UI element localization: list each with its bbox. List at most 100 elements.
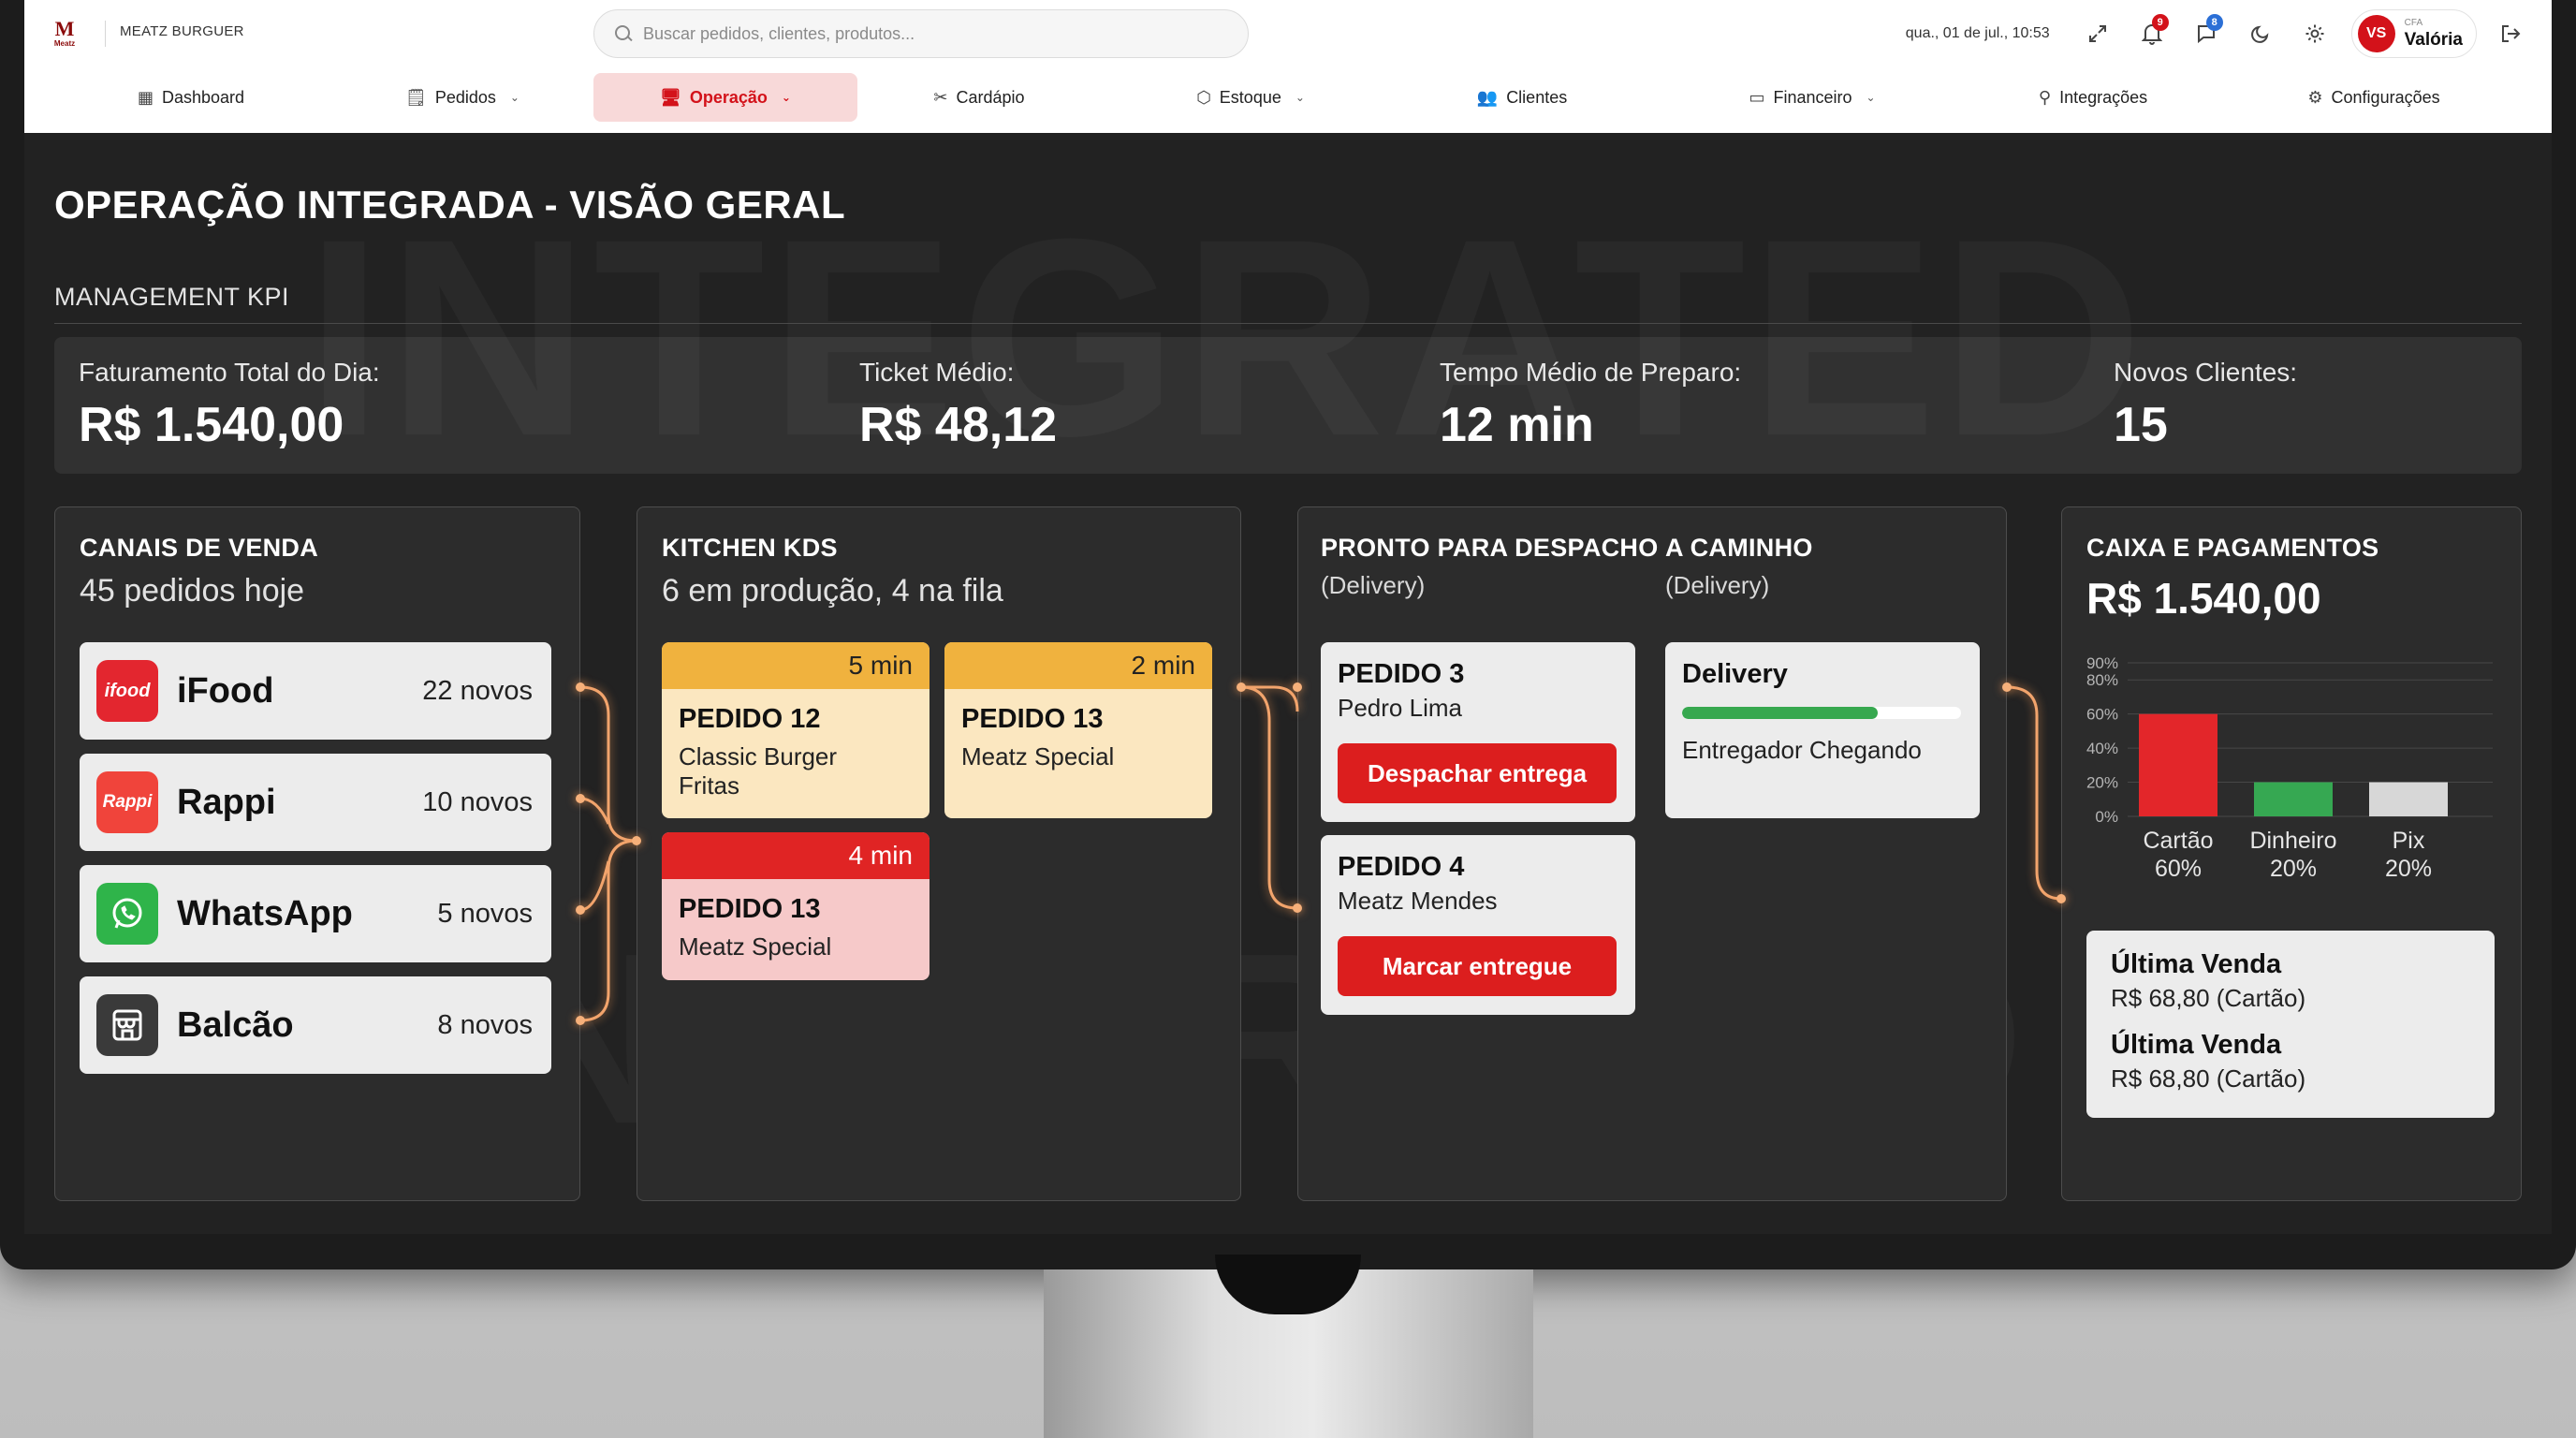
panel-subtitle: 45 pedidos hoje — [80, 573, 305, 609]
connector-line — [2006, 685, 2062, 901]
main-nav: ▦ Dashboard 🗒 Pedidos ⌄ 🖥 Operação ⌄ ✂ Cardápio ⬡ E… — [24, 73, 2552, 122]
order-customer: Pedro Lima — [1338, 694, 1462, 722]
payment-chart: 0%20%40%60%80%90%Cartão60%Dinheiro20%Pix… — [2086, 654, 2493, 882]
channel-name: iFood — [177, 670, 274, 711]
current-datetime: qua., 01 de jul., 10:53 — [1905, 25, 2050, 41]
ready-order-card: PEDIDO 3 Pedro Lima Despachar entrega — [1321, 642, 1635, 822]
receipt-icon: 🗒 — [405, 87, 427, 107]
sales-channels-panel: CANAIS DE VENDA 45 pedidos hoje ifood iF… — [54, 506, 580, 1201]
brand-divider — [105, 21, 106, 47]
kds-order-card[interactable]: 5 min PEDIDO 12 Classic Burger Fritas — [662, 642, 929, 818]
kpi-label: Tempo Médio de Preparo: — [1440, 358, 1742, 387]
cash-total: R$ 1.540,00 — [2086, 574, 2321, 623]
chart-category-label: Dinheiro — [2249, 828, 2336, 854]
nav-item-estoque[interactable]: ⬡ Estoque ⌄ — [1157, 73, 1344, 122]
panel-subtitle: 6 em produção, 4 na fila — [662, 573, 1003, 609]
messages-button[interactable]: 8 — [2179, 7, 2233, 60]
search-input[interactable] — [643, 23, 1205, 44]
order-timer: 2 min — [944, 642, 1212, 689]
channel-rappi[interactable]: Rappi Rappi 10 novos — [80, 754, 551, 851]
search-icon — [615, 25, 632, 42]
store-icon — [96, 994, 158, 1056]
connector-line — [579, 685, 637, 843]
kpi-value: R$ 1.540,00 — [79, 398, 344, 452]
panel-title: KITCHEN KDS — [662, 534, 838, 562]
page-title: OPERAÇÃO INTEGRADA - VISÃO GERAL — [54, 183, 846, 227]
app-screen: INTEGRATED INTEGRATED M Meatz MEATZ BURG… — [24, 0, 2552, 1234]
grid-icon: ▦ — [137, 87, 154, 107]
mark-delivered-button[interactable]: Marcar entregue — [1338, 936, 1617, 996]
nav-item-label: Configurações — [2331, 87, 2440, 107]
theme-toggle[interactable] — [2233, 7, 2288, 60]
nav-item-pedidos[interactable]: 🗒 Pedidos ⌄ — [369, 73, 556, 122]
connector-line — [1241, 685, 1299, 712]
box-icon: ⬡ — [1196, 87, 1211, 107]
dispatch-panel: PRONTO PARA DESPACHO (Delivery) A CAMINH… — [1297, 506, 2007, 1201]
kpi-avg-ticket: Ticket Médio: R$ 48,12 — [859, 358, 1057, 453]
settings-button[interactable] — [2288, 7, 2342, 60]
channel-name: WhatsApp — [177, 893, 353, 933]
order-item: Meatz Special — [961, 742, 1115, 770]
chart-ytick-label: 40% — [2086, 740, 2118, 757]
ready-order-card: PEDIDO 4 Meatz Mendes Marcar entregue — [1321, 835, 1635, 1015]
nav-item-operacao[interactable]: 🖥 Operação ⌄ — [593, 73, 857, 122]
nav-item-label: Clientes — [1506, 87, 1568, 107]
brand-logo[interactable]: M Meatz — [45, 19, 84, 51]
logout-button[interactable] — [2484, 7, 2539, 60]
chart-bar-cartão — [2139, 713, 2217, 816]
channel-count: 22 novos — [422, 675, 533, 706]
channel-whatsapp[interactable]: WhatsApp 5 novos — [80, 865, 551, 962]
kds-order-card-late[interactable]: 4 min PEDIDO 13 Meatz Special — [662, 832, 929, 980]
fullscreen-button[interactable] — [2071, 7, 2125, 60]
chevron-down-icon: ⌄ — [781, 91, 791, 104]
channel-ifood[interactable]: ifood iFood 22 novos — [80, 642, 551, 740]
last-sales-card: Última Venda R$ 68,80 (Cartão) Última Ve… — [2086, 931, 2495, 1118]
sale-value: R$ 68,80 (Cartão) — [2111, 1064, 2306, 1093]
order-id: PEDIDO 4 — [1338, 852, 1465, 882]
kpi-value: R$ 48,12 — [859, 398, 1058, 452]
connector-line — [579, 797, 610, 825]
avatar: VS — [2357, 15, 2395, 52]
order-item: Fritas — [679, 771, 739, 800]
search-bar[interactable] — [593, 9, 1249, 58]
delivery-title: Delivery — [1682, 659, 1788, 689]
kpi-label: Faturamento Total do Dia: — [79, 358, 380, 387]
chart-value-label: 20% — [2270, 856, 2317, 882]
kpi-heading: MANAGEMENT KPI — [54, 283, 290, 311]
chevron-down-icon: ⌄ — [1295, 91, 1305, 104]
delivery-progress — [1682, 707, 1961, 719]
brand-logo-sub: Meatz — [53, 39, 76, 48]
utensils-icon: ✂ — [933, 87, 948, 107]
nav-item-cardapio[interactable]: ✂ Cardápio — [886, 73, 1073, 122]
kds-order-card[interactable]: 2 min PEDIDO 13 Meatz Special — [944, 642, 1212, 818]
order-id: PEDIDO 12 — [679, 704, 821, 734]
dispatch-button[interactable]: Despachar entrega — [1338, 743, 1617, 803]
chart-category-label: Pix — [2393, 828, 2425, 854]
nav-item-label: Financeiro — [1773, 87, 1852, 107]
order-customer: Meatz Mendes — [1338, 887, 1498, 915]
chart-bar-pix — [2369, 782, 2448, 816]
chart-category-label: Cartão — [2143, 828, 2213, 854]
chevron-down-icon: ⌄ — [1866, 91, 1876, 104]
messages-badge: 8 — [2205, 14, 2223, 31]
nav-item-label: Estoque — [1219, 87, 1281, 107]
whatsapp-logo-icon — [96, 883, 158, 945]
channel-balcao[interactable]: Balcão 8 novos — [80, 976, 551, 1074]
user-menu[interactable]: VS CFA Valória — [2350, 9, 2477, 58]
nav-item-integracoes[interactable]: ⚲ Integrações — [1999, 73, 2187, 122]
kpi-prep-time: Tempo Médio de Preparo: 12 min — [1440, 358, 1741, 453]
nav-item-label: Cardápio — [956, 87, 1025, 107]
ready-subtitle: (Delivery) — [1321, 571, 1426, 599]
user-name: Valória — [2404, 30, 2463, 50]
transit-card[interactable]: Delivery Entregador Chegando — [1665, 642, 1980, 818]
sale-title: Última Venda — [2111, 1030, 2282, 1060]
header-actions: qua., 01 de jul., 10:53 9 8 VS CFA Valór… — [1906, 7, 2539, 60]
logout-icon — [2502, 25, 2521, 42]
chart-ytick-label: 60% — [2086, 706, 2118, 724]
nav-item-label: Operação — [689, 87, 768, 107]
notifications-button[interactable]: 9 — [2125, 7, 2179, 60]
nav-item-dashboard[interactable]: ▦ Dashboard — [97, 73, 285, 122]
nav-item-configuracoes[interactable]: ⚙ Configurações — [2261, 73, 2486, 122]
nav-item-clientes[interactable]: 👥 Clientes — [1428, 73, 1616, 122]
nav-item-financeiro[interactable]: ▭ Financeiro ⌄ — [1709, 73, 1915, 122]
